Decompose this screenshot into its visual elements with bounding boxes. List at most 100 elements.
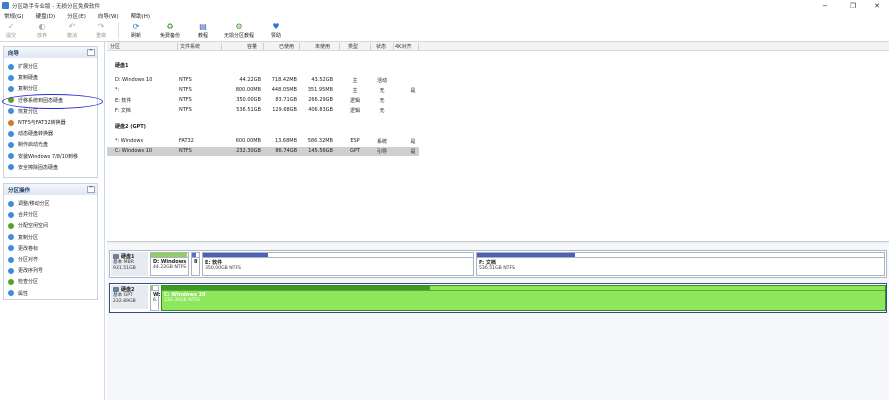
minimize-button[interactable]: − bbox=[814, 0, 836, 11]
table-row[interactable]: *: NTFS 800.00MB 448.05MB 351.95MB 主 无 是 bbox=[107, 86, 419, 95]
cell-fs: FAT32 bbox=[179, 138, 194, 144]
partition-name: 8 bbox=[194, 259, 198, 265]
op-allocate-free-space[interactable]: 分配空闲空间 bbox=[4, 220, 97, 231]
toolbar-separator bbox=[118, 23, 119, 39]
col-type[interactable]: 类型 bbox=[348, 43, 358, 50]
tutorial-button[interactable]: ▤ 教程 bbox=[198, 21, 209, 40]
wizard-extend-partition[interactable]: 扩展分区 bbox=[4, 61, 97, 72]
title-bar: 分区助手专业版 - 无损分区免费软件 − ❐ ✕ bbox=[0, 0, 889, 11]
disk2-bar[interactable]: 硬盘2 基本 GPT 232.89GB W: 6. C: Windows 10 … bbox=[109, 283, 887, 313]
cell-fs: NTFS bbox=[179, 77, 192, 83]
col-unused[interactable]: 未使用 bbox=[315, 43, 330, 50]
wizard-ssd-secure-erase[interactable]: 安全擦除固态硬盘 bbox=[4, 162, 97, 173]
table-row[interactable]: *: Windows FAT32 600.00MB 13.68MB 586.32… bbox=[107, 137, 419, 146]
maximize-button[interactable]: ❐ bbox=[842, 0, 864, 11]
op-check-partition[interactable]: 检查分区 bbox=[4, 276, 97, 287]
copy-partition-icon bbox=[8, 85, 14, 92]
op-merge[interactable]: 合并分区 bbox=[4, 209, 97, 220]
table-row[interactable]: E: 软件 NTFS 350.00GB 83.71GB 266.29GB 逻辑 … bbox=[107, 96, 419, 105]
close-button[interactable]: ✕ bbox=[866, 0, 888, 11]
op-align-partition[interactable]: 分区对齐 bbox=[4, 254, 97, 265]
wizard-copy-disk[interactable]: 复制硬盘 bbox=[4, 72, 97, 83]
merge-icon bbox=[8, 211, 14, 218]
disk1-size: 931.51GB bbox=[113, 266, 136, 271]
table-row-selected[interactable]: C: Windows 10 NTFS 232.30GB 86.74GB 145.… bbox=[107, 147, 419, 156]
cell-used: 129.68GB bbox=[272, 107, 297, 113]
col-capacity[interactable]: 容量 bbox=[247, 43, 257, 50]
menu-help[interactable]: 帮助(H) bbox=[131, 12, 150, 20]
cell-used: 718.42MB bbox=[271, 77, 297, 83]
partition-block-esp[interactable]: W: 6. bbox=[150, 285, 160, 311]
col-filesystem[interactable]: 文件系统 bbox=[180, 43, 200, 50]
check-partition-icon bbox=[8, 278, 14, 285]
disk1-bar[interactable]: 硬盘1 基本 MBR 931.51GB D: Windows 44.22GB N… bbox=[109, 250, 887, 278]
copy-disk-icon bbox=[8, 74, 14, 81]
partition-size: 232.30GB NTFS bbox=[164, 298, 200, 303]
item-label: 分区对齐 bbox=[18, 257, 39, 264]
partition-block-recovery[interactable]: 8 bbox=[191, 252, 200, 276]
bootable-disc-icon bbox=[8, 141, 14, 148]
wizard-copy-partition[interactable]: 复制分区 bbox=[4, 83, 97, 94]
menu-general[interactable]: 常规(G) bbox=[4, 12, 24, 20]
item-label: NTFS与FAT32转换器 bbox=[18, 120, 66, 127]
redo-icon: ↷ bbox=[97, 21, 105, 31]
tutorial-label: 教程 bbox=[198, 33, 209, 39]
item-label: 复制分区 bbox=[18, 234, 39, 241]
menu-disk[interactable]: 硬盘(D) bbox=[36, 12, 56, 20]
partition-tutorial-label: 无损分区教程 bbox=[224, 33, 255, 39]
disk-icon bbox=[113, 254, 119, 259]
wizard-ntfs-fat32-converter[interactable]: NTFS与FAT32转换器 bbox=[4, 117, 97, 128]
col-used[interactable]: 已使用 bbox=[279, 43, 294, 50]
redo-button[interactable]: ↷ 重做 bbox=[96, 21, 106, 40]
op-properties[interactable]: 属性 bbox=[4, 288, 97, 299]
usage-bar bbox=[151, 253, 188, 257]
table-row[interactable]: F: 文档 NTFS 536.51GB 129.68GB 406.83GB 逻辑… bbox=[107, 106, 419, 115]
partition-block-c[interactable]: C: Windows 10 232.30GB NTFS bbox=[161, 285, 886, 311]
wizard-recover-partition[interactable]: 恢复分区 bbox=[4, 106, 97, 117]
check-icon: ✓ bbox=[7, 21, 15, 31]
column-separator bbox=[263, 43, 264, 50]
op-resize-move[interactable]: 调整/移动分区 bbox=[4, 198, 97, 209]
wizard-bootable-disc[interactable]: 制作启动光盘 bbox=[4, 139, 97, 150]
operations-panel-title: 分区操作 bbox=[8, 187, 31, 194]
sponsor-button[interactable]: ♥ 赞助 bbox=[271, 21, 282, 40]
partition-block-f[interactable]: F: 文档 536.51GB NTFS bbox=[476, 252, 885, 276]
partition-tutorial-button[interactable]: ⚙ 无损分区教程 bbox=[224, 21, 255, 40]
cell-partition: *: bbox=[115, 87, 120, 93]
table-row[interactable]: D: Windows 10 NTFS 44.22GB 718.42MB 43.5… bbox=[107, 76, 419, 85]
refresh-button[interactable]: ⟳ 刷新 bbox=[131, 21, 141, 40]
extend-icon bbox=[8, 63, 14, 70]
op-change-label[interactable]: 更改卷标 bbox=[4, 243, 97, 254]
cell-fs: NTFS bbox=[179, 97, 192, 103]
item-label: 调整/移动分区 bbox=[18, 201, 50, 208]
refresh-icon: ⟳ bbox=[132, 21, 140, 31]
heart-icon: ♥ bbox=[272, 21, 280, 31]
col-partition[interactable]: 分区 bbox=[110, 43, 120, 50]
free-backup-button[interactable]: ♻ 免费备份 bbox=[160, 21, 180, 40]
operations-collapse-button[interactable]: ^ bbox=[87, 186, 95, 193]
col-status[interactable]: 状态 bbox=[376, 43, 386, 50]
usage-bar bbox=[203, 253, 268, 257]
usage-bar bbox=[192, 253, 196, 257]
partition-block-e[interactable]: E: 软件 350.00GB NTFS bbox=[202, 252, 474, 276]
item-label: 更改序列号 bbox=[18, 268, 44, 275]
wizard-panel-title: 向导 bbox=[8, 50, 20, 57]
apply-button[interactable]: ✓ 提交 bbox=[6, 21, 16, 40]
col-4k-align[interactable]: 4K对齐 bbox=[395, 43, 411, 50]
op-change-serial[interactable]: 更改序列号 bbox=[4, 265, 97, 276]
menu-partition[interactable]: 分区(E) bbox=[67, 12, 86, 20]
partition-size: 350.00GB NTFS bbox=[205, 266, 241, 271]
wizard-migrate-os[interactable]: 迁移系统到固态硬盘 bbox=[4, 95, 97, 106]
sponsor-label: 赞助 bbox=[271, 33, 282, 39]
wizard-collapse-button[interactable]: ^ bbox=[87, 49, 95, 56]
item-label: 复制硬盘 bbox=[18, 75, 39, 82]
wizard-windows-to-go[interactable]: 安装Windows 7/8/10到移 bbox=[4, 151, 97, 162]
menu-wizard[interactable]: 向导(W) bbox=[98, 12, 119, 20]
undo-button[interactable]: ↶ 撤消 bbox=[67, 21, 77, 40]
resize-icon bbox=[8, 200, 14, 207]
discard-button[interactable]: ◐ 放弃 bbox=[37, 21, 47, 40]
op-copy-partition[interactable]: 复制分区 bbox=[4, 232, 97, 243]
dynamic-disk-icon bbox=[8, 130, 14, 137]
partition-block-d[interactable]: D: Windows 44.22GB NTFS bbox=[150, 252, 189, 276]
wizard-dynamic-disk-converter[interactable]: 动态硬盘转换器 bbox=[4, 128, 97, 139]
